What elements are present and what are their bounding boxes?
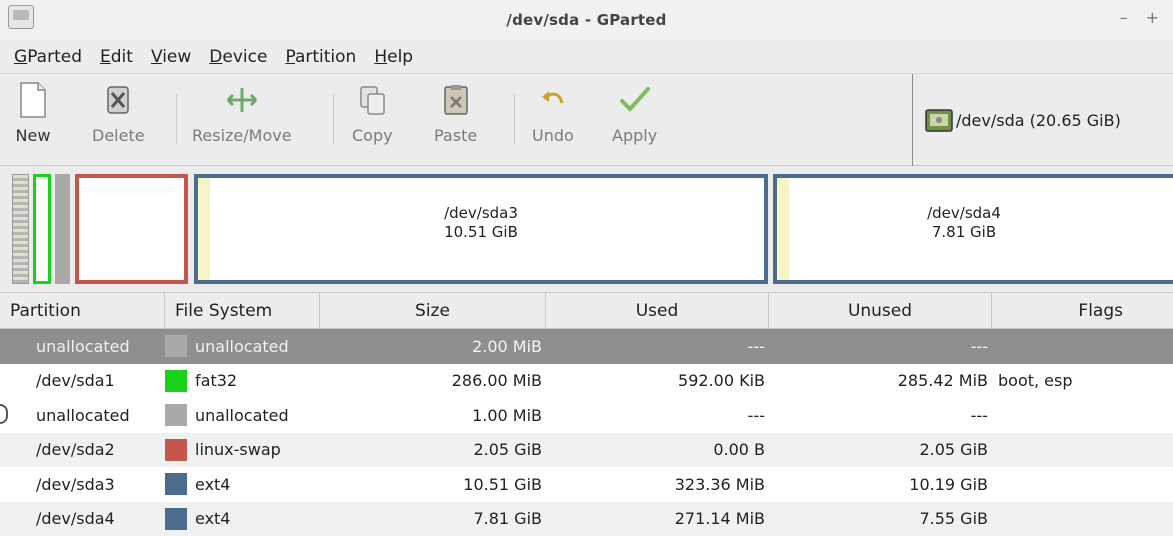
new-button[interactable]: New [14,80,52,145]
cell-unused: 7.55 GiB [919,509,988,529]
cell-used: 271.14 MiB [674,509,765,529]
cell-partition: unallocated [36,405,130,425]
toolbar: New Delete Resize/Move Copy Paste Undo A… [0,73,1173,166]
toolbar-separator [333,94,334,144]
cell-size: 1.00 MiB [472,405,542,425]
unallocated-segment-2[interactable] [55,174,70,284]
cell-flags: boot, esp [998,371,1073,391]
apply-checkmark-icon [616,80,654,120]
fs-color-swatch [165,473,187,496]
table-header: Partition File System Size Used Unused F… [0,292,1173,329]
delete-icon [99,80,137,120]
harddisk-icon [925,107,953,133]
cell-filesystem: linux-swap [195,440,281,460]
header-partition[interactable]: Partition [0,293,165,328]
sda1-segment[interactable] [33,174,51,284]
cell-used: --- [747,405,765,425]
menu-gparted[interactable]: GParted [14,47,82,67]
cell-partition: /dev/sda3 [36,474,115,494]
table-row[interactable]: /dev/sda4 ext4 7.81 GiB 271.14 MiB 7.55 … [0,501,1173,536]
unallocated-segment-1[interactable] [12,174,29,284]
undo-icon [534,80,572,120]
fs-color-swatch [165,507,187,530]
menu-edit[interactable]: Edit [100,47,133,67]
undo-button[interactable]: Undo [532,80,574,145]
resize-move-icon [223,80,261,120]
cell-partition: /dev/sda2 [36,440,115,460]
cell-used: 0.00 B [713,440,765,460]
menu-help[interactable]: Help [374,47,413,67]
sda3-segment[interactable]: /dev/sda3 10.51 GiB [194,174,768,284]
cell-used: 592.00 KiB [678,371,765,391]
cell-size: 2.00 MiB [472,336,542,356]
cell-size: 7.81 GiB [473,509,542,529]
cell-partition: /dev/sda1 [36,371,115,391]
cell-filesystem: fat32 [195,371,238,391]
table-row[interactable]: unallocated unallocated 1.00 MiB --- --- [0,398,1173,433]
resize-move-button[interactable]: Resize/Move [192,80,292,145]
fs-color-swatch [165,369,187,392]
copy-icon [353,80,391,120]
sda4-name: /dev/sda4 [927,204,1001,222]
cell-used: --- [747,336,765,356]
maximize-button[interactable]: + [1146,8,1159,27]
paste-icon [437,80,475,120]
header-flags[interactable]: Flags [992,293,1173,328]
cell-unused: --- [970,405,988,425]
window-controls: – + [1120,8,1159,27]
cell-size: 2.05 GiB [473,440,542,460]
disk-map: /dev/sda3 10.51 GiB /dev/sda4 7.81 GiB [0,166,1173,292]
cell-unused: 10.19 GiB [909,474,988,494]
sda4-segment[interactable]: /dev/sda4 7.81 GiB [773,174,1173,284]
table-row[interactable]: /dev/sda3 ext4 10.51 GiB 323.36 MiB 10.1… [0,467,1173,502]
delete-button[interactable]: Delete [92,80,145,145]
cell-unused: 285.42 MiB [897,371,988,391]
cell-used: 323.36 MiB [674,474,765,494]
app-icon [8,5,34,29]
table-body: unallocated unallocated 2.00 MiB --- ---… [0,329,1173,536]
cell-filesystem: unallocated [195,405,289,425]
cell-size: 10.51 GiB [463,474,542,494]
cell-partition: unallocated [36,336,130,356]
cell-filesystem: ext4 [195,474,231,494]
device-label: /dev/sda (20.65 GiB) [956,110,1121,130]
menu-device[interactable]: Device [209,47,267,67]
paste-button[interactable]: Paste [434,80,477,145]
menu-bar: GParted Edit View Device Partition Help [0,40,1173,73]
cell-partition: /dev/sda4 [36,509,115,529]
table-row[interactable]: unallocated unallocated 2.00 MiB --- --- [0,329,1173,364]
window-title: /dev/sda - GParted [506,11,667,29]
toolbar-separator [176,94,177,144]
header-size[interactable]: Size [320,293,546,328]
table-row[interactable]: /dev/sda2 linux-swap 2.05 GiB 0.00 B 2.0… [0,432,1173,467]
minimize-button[interactable]: – [1120,8,1128,27]
cell-size: 286.00 MiB [451,371,542,391]
header-unused[interactable]: Unused [769,293,992,328]
table-row[interactable]: /dev/sda1 fat32 286.00 MiB 592.00 KiB 28… [0,364,1173,399]
menu-view[interactable]: View [151,47,191,67]
toolbar-separator [514,94,515,144]
sda3-size: 10.51 GiB [444,223,518,241]
fs-color-swatch [165,335,187,358]
partition-table: Partition File System Size Used Unused F… [0,292,1173,537]
title-bar: /dev/sda - GParted – + [0,0,1173,40]
apply-button[interactable]: Apply [612,80,657,145]
header-filesystem[interactable]: File System [165,293,320,328]
fs-color-swatch [165,438,187,461]
menu-partition[interactable]: Partition [285,47,356,67]
sda3-name: /dev/sda3 [444,204,518,222]
device-selector[interactable]: /dev/sda (20.65 GiB) [912,74,1173,166]
new-document-icon [14,80,52,120]
copy-button[interactable]: Copy [352,80,393,145]
cell-unused: --- [970,336,988,356]
cell-unused: 2.05 GiB [919,440,988,460]
cell-filesystem: unallocated [195,336,289,356]
fs-color-swatch [165,404,187,427]
header-used[interactable]: Used [546,293,769,328]
sda2-segment[interactable] [75,174,188,284]
cell-filesystem: ext4 [195,509,231,529]
sda4-size: 7.81 GiB [931,223,997,241]
